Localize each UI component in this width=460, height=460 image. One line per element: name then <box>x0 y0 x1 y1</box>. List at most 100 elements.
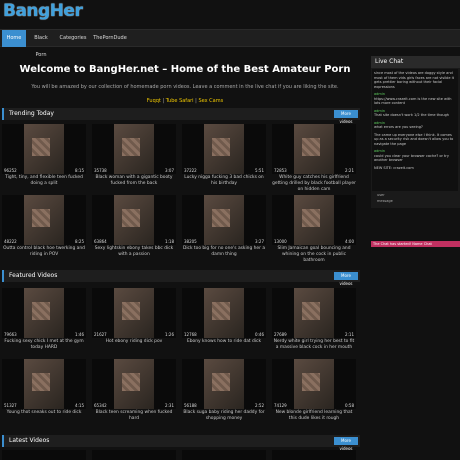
censor-blur <box>122 138 140 156</box>
censor-blur <box>212 209 230 227</box>
more-videos-button[interactable]: More videos <box>334 110 358 124</box>
video-thumbnail[interactable]: 72853 2:21 <box>272 124 356 174</box>
more-videos-button[interactable]: More videos <box>334 272 358 286</box>
video-title[interactable]: Black woman with a gigantic booty fucked… <box>92 175 176 187</box>
nav-theporndude[interactable]: ThePornDude <box>92 30 128 47</box>
link-tube-safari[interactable]: Tube Safari <box>166 98 194 104</box>
video-thumbnail[interactable]: 37222 5:51 <box>182 124 266 174</box>
section-title: Trending Today <box>9 110 54 117</box>
duration: 0:58 <box>345 403 354 408</box>
video-title[interactable]: Dick too big for no one's asking her a d… <box>182 246 266 258</box>
video-title[interactable]: Lucky nigga fucking 3 bad chicks on his … <box>182 175 266 187</box>
censor-blur <box>122 209 140 227</box>
view-count: 48222 <box>4 239 17 244</box>
video-title[interactable]: Hot ebony riding dick pov <box>92 339 176 345</box>
video-thumbnail[interactable]: 79663 1:46 <box>2 288 86 338</box>
duration: 8:25 <box>75 239 84 244</box>
page-title: Welcome to BangHer.net – Home of the Bes… <box>19 64 351 75</box>
video-thumbnail[interactable] <box>272 450 356 460</box>
view-count: 56188 <box>184 403 197 408</box>
video-title[interactable]: Ebony knows how to ride dat dick <box>182 339 266 345</box>
chat-side-panel: user message <box>371 192 460 208</box>
video-thumbnail[interactable]: 13000 4:00 <box>272 195 356 245</box>
video-thumbnail[interactable] <box>182 450 266 460</box>
chat-alert: The Chat has started! Name Chat <box>371 241 460 247</box>
link-sex-cams[interactable]: Sex Cams <box>198 98 223 104</box>
more-videos-button[interactable]: More videos <box>334 437 358 451</box>
censor-blur <box>212 138 230 156</box>
main-nav: Home Black Porn Categories ThePornDude <box>0 29 460 58</box>
duration: 3:07 <box>165 168 174 173</box>
view-count: 65342 <box>94 403 107 408</box>
duration: 2:31 <box>165 403 174 408</box>
view-count: 37222 <box>184 168 197 173</box>
video-thumbnail[interactable] <box>92 450 176 460</box>
section-latest: Latest Videos More videos <box>2 435 360 451</box>
duration: 1:18 <box>165 239 174 244</box>
video-title[interactable]: Fucking sexy chick I met at the gym toda… <box>2 339 86 351</box>
video-thumbnail[interactable]: 56188 2:52 <box>182 359 266 409</box>
duration: 0:46 <box>255 332 264 337</box>
video-thumbnail[interactable]: 96252 8:15 <box>2 124 86 174</box>
chat-message: admin could you clear your browser cache?… <box>374 149 456 163</box>
duration: 4:15 <box>75 403 84 408</box>
chat-text: The came up everyone else I think. It co… <box>374 132 454 146</box>
duration: 1:26 <box>165 332 174 337</box>
view-count: 21627 <box>94 332 107 337</box>
video-title[interactable]: Slim Jamaican goal bouncing and whining … <box>272 246 356 264</box>
video-thumbnail[interactable] <box>2 450 86 460</box>
duration: 1:46 <box>75 332 84 337</box>
duration: 5:51 <box>255 168 264 173</box>
chat-text: could you clear your browser cache? or t… <box>374 153 449 163</box>
censor-blur <box>212 373 230 391</box>
censor-blur <box>212 302 230 320</box>
video-title[interactable]: New blonde girlfriend learning that this… <box>272 410 356 422</box>
video-thumbnail[interactable]: 12768 0:46 <box>182 288 266 338</box>
link-fuqqt[interactable]: Fuqqt <box>147 98 161 104</box>
video-title[interactable]: Nerdy white girl trying her best to fit … <box>272 339 356 351</box>
video-thumbnail[interactable]: 27689 2:11 <box>272 288 356 338</box>
chat-text: That site doesn't work 1/2 the time thou… <box>374 113 450 117</box>
censor-blur <box>302 373 320 391</box>
hero-subtitle: You will be amazed by our collection of … <box>31 84 339 90</box>
video-title[interactable]: Sexy lightskin ebony takes bbc dick with… <box>92 246 176 258</box>
nav-home[interactable]: Home <box>2 30 26 47</box>
video-thumbnail[interactable]: 38205 3:27 <box>182 195 266 245</box>
video-thumbnail[interactable]: 74129 0:58 <box>272 359 356 409</box>
view-count: 27689 <box>274 332 287 337</box>
video-title[interactable]: Outta control black hoe twerking and rid… <box>2 246 86 258</box>
video-title[interactable]: Black suga baby riding her daddy for sho… <box>182 410 266 422</box>
censor-blur <box>122 302 140 320</box>
video-thumbnail[interactable]: 21627 1:26 <box>92 288 176 338</box>
chat-message: admin https://www.crazeit.com is the new … <box>374 92 456 106</box>
duration: 3:27 <box>255 239 264 244</box>
video-title[interactable]: Young thot sneaks out to ride dick <box>2 410 86 416</box>
video-thumbnail[interactable]: 65342 2:31 <box>92 359 176 409</box>
view-count: 72853 <box>274 168 287 173</box>
censor-blur <box>32 373 50 391</box>
view-count: 79663 <box>4 332 17 337</box>
view-count: 96252 <box>4 168 17 173</box>
video-title[interactable]: Tight, tiny, and flexible teen fucked do… <box>2 175 86 187</box>
video-thumbnail[interactable]: 48222 8:25 <box>2 195 86 245</box>
duration: 4:00 <box>345 239 354 244</box>
view-count: 63864 <box>94 239 107 244</box>
chat-messages[interactable]: since most of the videos are doggy style… <box>372 69 458 191</box>
site-logo[interactable]: BangHer <box>3 1 89 23</box>
nav-categories[interactable]: Categories <box>58 30 88 47</box>
duration: 8:15 <box>75 168 84 173</box>
video-title[interactable]: White guy catches his girlfriend getting… <box>272 175 356 193</box>
video-thumbnail[interactable]: 63864 1:18 <box>92 195 176 245</box>
chat-message: admin what errors are you seeing? <box>374 121 456 130</box>
duration: 2:21 <box>345 168 354 173</box>
video-thumbnail[interactable]: 51327 4:15 <box>2 359 86 409</box>
video-thumbnail[interactable]: 35738 3:07 <box>92 124 176 174</box>
nav-black-porn[interactable]: Black Porn <box>28 30 54 58</box>
video-title[interactable]: Black teen screaming when fucked hard <box>92 410 176 422</box>
chat-text: what errors are you seeing? <box>374 125 423 129</box>
view-count: 12768 <box>184 332 197 337</box>
chat-message-label[interactable]: message <box>371 198 460 204</box>
chat-text: since most of the videos are doggy style… <box>374 71 455 89</box>
chat-message: NEW SITE: crazeit.com <box>374 166 456 171</box>
censor-blur <box>32 302 50 320</box>
